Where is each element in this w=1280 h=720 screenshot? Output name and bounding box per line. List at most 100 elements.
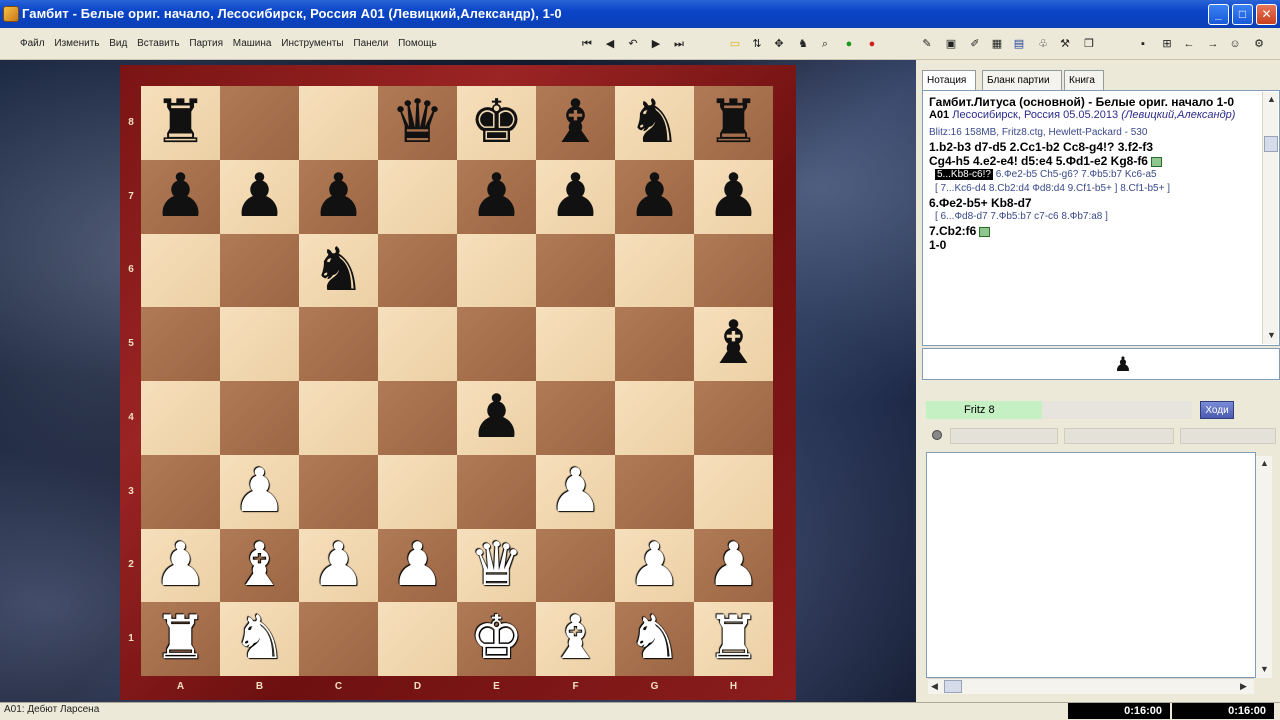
square-b8[interactable] xyxy=(220,86,299,160)
square-g6[interactable] xyxy=(615,233,694,308)
first-move-icon[interactable]: ⏮ xyxy=(580,37,594,51)
black-pawn-icon[interactable]: ♟ xyxy=(457,381,536,455)
notation-line[interactable]: 6.Фe2-b5+ Kb8-d7 xyxy=(929,196,1032,210)
black-pawn-icon[interactable]: ♟ xyxy=(536,160,615,234)
next-move-icon[interactable]: ▶ xyxy=(649,37,663,51)
tab-score-sheet[interactable]: Бланк партии xyxy=(982,70,1062,90)
menu-help[interactable]: Помощь xyxy=(398,38,437,49)
scroll-thumb[interactable] xyxy=(944,680,962,693)
square-f5[interactable] xyxy=(536,307,615,381)
square-d6[interactable] xyxy=(378,233,457,308)
black-pawn-icon[interactable]: ♟ xyxy=(141,160,220,234)
black-bishop-icon[interactable]: ♝ xyxy=(694,307,773,381)
square-c3[interactable] xyxy=(299,454,378,529)
bulb-icon[interactable]: ♧ xyxy=(1036,37,1050,51)
current-move[interactable]: 5...Kb8-c6!? xyxy=(935,169,993,180)
network-icon[interactable]: ⊞ xyxy=(1160,37,1174,51)
scroll-up-icon[interactable]: ▲ xyxy=(1267,94,1276,104)
black-pawn-icon[interactable]: ♟ xyxy=(457,160,536,234)
notation-moves[interactable]: Cg4-h5 4.e2-e4! d5:e4 5.Фd1-e2 Kg8-f6 xyxy=(929,154,1148,168)
engine-status-icon[interactable] xyxy=(932,430,942,440)
tools-icon[interactable]: ⚒ xyxy=(1058,37,1072,51)
edit-icon[interactable]: ✎ xyxy=(920,37,934,51)
notation-scrollbar[interactable]: ▲ ▼ xyxy=(1262,92,1278,344)
minimize-button[interactable]: _ xyxy=(1208,4,1229,25)
square-f4[interactable] xyxy=(536,381,615,455)
white-bishop-icon[interactable]: ♝ xyxy=(220,529,299,603)
white-bishop-icon[interactable]: ♝ xyxy=(536,602,615,676)
pen-icon[interactable]: ✐ xyxy=(968,37,982,51)
square-g4[interactable] xyxy=(615,381,694,455)
tab-notation[interactable]: Нотация xyxy=(922,70,976,90)
square-d5[interactable] xyxy=(378,307,457,381)
square-d3[interactable] xyxy=(378,454,457,529)
black-knight-icon[interactable]: ♞ xyxy=(299,234,378,308)
black-bishop-icon[interactable]: ♝ xyxy=(536,86,615,160)
white-pawn-icon[interactable]: ♟ xyxy=(141,529,220,603)
white-queen-icon[interactable]: ♛ xyxy=(457,529,536,603)
white-knight-icon[interactable]: ♞ xyxy=(220,602,299,676)
white-pawn-icon[interactable]: ♟ xyxy=(536,455,615,529)
square-e6[interactable] xyxy=(457,233,536,308)
square-f6[interactable] xyxy=(536,233,615,308)
square-a3[interactable] xyxy=(141,454,220,529)
square-g3[interactable] xyxy=(615,454,694,529)
black-rook-icon[interactable]: ♜ xyxy=(694,86,773,160)
window-icon[interactable]: ▤ xyxy=(1012,37,1026,51)
notation-line[interactable]: 7.Cb2:f6 xyxy=(929,224,991,238)
menu-tools[interactable]: Инструменты xyxy=(281,38,343,49)
scroll-down-icon[interactable]: ▼ xyxy=(1260,664,1269,674)
square-g5[interactable] xyxy=(615,307,694,381)
square-c8[interactable] xyxy=(299,86,378,160)
square-d1[interactable] xyxy=(378,602,457,676)
book-icon[interactable]: ▣ xyxy=(944,37,958,51)
square-h6[interactable] xyxy=(694,233,773,308)
notation-pane[interactable]: Гамбит.Литуса (основной) - Белые ориг. н… xyxy=(922,90,1280,346)
forward-icon[interactable]: → xyxy=(1206,37,1220,51)
last-move-icon[interactable]: ⏭ xyxy=(672,37,686,51)
black-pawn-icon[interactable]: ♟ xyxy=(615,160,694,234)
tab-book[interactable]: Книга xyxy=(1064,70,1104,90)
square-h3[interactable] xyxy=(694,454,773,529)
square-a6[interactable] xyxy=(141,233,220,308)
white-pawn-icon[interactable]: ♟ xyxy=(694,529,773,603)
maximize-button[interactable]: □ xyxy=(1232,4,1253,25)
variation-line[interactable]: [ 7...Kc6-d4 8.Cb2:d4 Фd8:d4 9.Cf1-b5+ ]… xyxy=(935,183,1170,194)
square-b6[interactable] xyxy=(220,233,299,308)
undo-icon[interactable]: ↶ xyxy=(626,37,640,51)
engine-hscrollbar[interactable]: ◀ ▶ xyxy=(928,678,1254,694)
white-king-icon[interactable]: ♚ xyxy=(457,602,536,676)
variation-line[interactable]: [ 6...Фd8-d7 7.Фb5:b7 c7-c6 8.Фb7:a8 ] xyxy=(935,211,1108,222)
black-pawn-icon[interactable]: ♟ xyxy=(694,160,773,234)
white-pawn-icon[interactable]: ♟ xyxy=(220,455,299,529)
options-icon[interactable]: ⚙ xyxy=(1252,37,1266,51)
chess-board[interactable]: ♜ ♛ ♚ ♝ ♞ ♜ ♟ ♟ ♟ ♟ ♟ ♟ ♟ ♞ ♝ ♟ ♟ ♟ ♟ ♝ ♟ ♟ ♛ ♟ ♟ ♜ ♞ ♚ ♝ ♞ ♜ xyxy=(141,86,773,676)
square-e3[interactable] xyxy=(457,454,536,529)
prev-move-icon[interactable]: ◀ xyxy=(603,37,617,51)
notation-line[interactable]: 1.b2-b3 d7-d5 2.Cc1-b2 Cc8-g4!? 3.f2-f3 xyxy=(929,140,1153,154)
black-pawn-icon[interactable]: ♟ xyxy=(220,160,299,234)
flip-icon[interactable]: ⇅ xyxy=(750,37,764,51)
black-queen-icon[interactable]: ♛ xyxy=(378,86,457,160)
variation-moves[interactable]: 6.Фe2-b5 Ch5-g6? 7.Фb5:b7 Kc6-a5 xyxy=(996,169,1157,180)
square-c1[interactable] xyxy=(299,602,378,676)
engine-output-pane[interactable] xyxy=(926,452,1256,678)
square-e5[interactable] xyxy=(457,307,536,381)
square-a4[interactable] xyxy=(141,381,220,455)
stop-icon[interactable]: ● xyxy=(865,37,879,51)
accept-icon[interactable]: ● xyxy=(842,37,856,51)
square-d4[interactable] xyxy=(378,381,457,455)
scroll-left-icon[interactable]: ◀ xyxy=(931,681,938,692)
menu-edit[interactable]: Изменить xyxy=(54,38,99,49)
zoom-icon[interactable]: ⌕ xyxy=(818,37,832,51)
square-d7[interactable] xyxy=(378,159,457,234)
engine-move-button[interactable]: Ходи xyxy=(1200,401,1234,419)
white-rook-icon[interactable]: ♜ xyxy=(141,602,220,676)
menu-file[interactable]: Файл xyxy=(20,38,45,49)
white-pawn-icon[interactable]: ♟ xyxy=(299,529,378,603)
scroll-down-icon[interactable]: ▼ xyxy=(1267,330,1276,340)
notation-line[interactable]: Cg4-h5 4.e2-e4! d5:e4 5.Фd1-e2 Kg8-f6 xyxy=(929,154,1162,168)
black-pawn-icon[interactable]: ♟ xyxy=(299,160,378,234)
notation-moves[interactable]: 7.Cb2:f6 xyxy=(929,224,976,238)
scroll-thumb[interactable] xyxy=(1264,136,1278,152)
